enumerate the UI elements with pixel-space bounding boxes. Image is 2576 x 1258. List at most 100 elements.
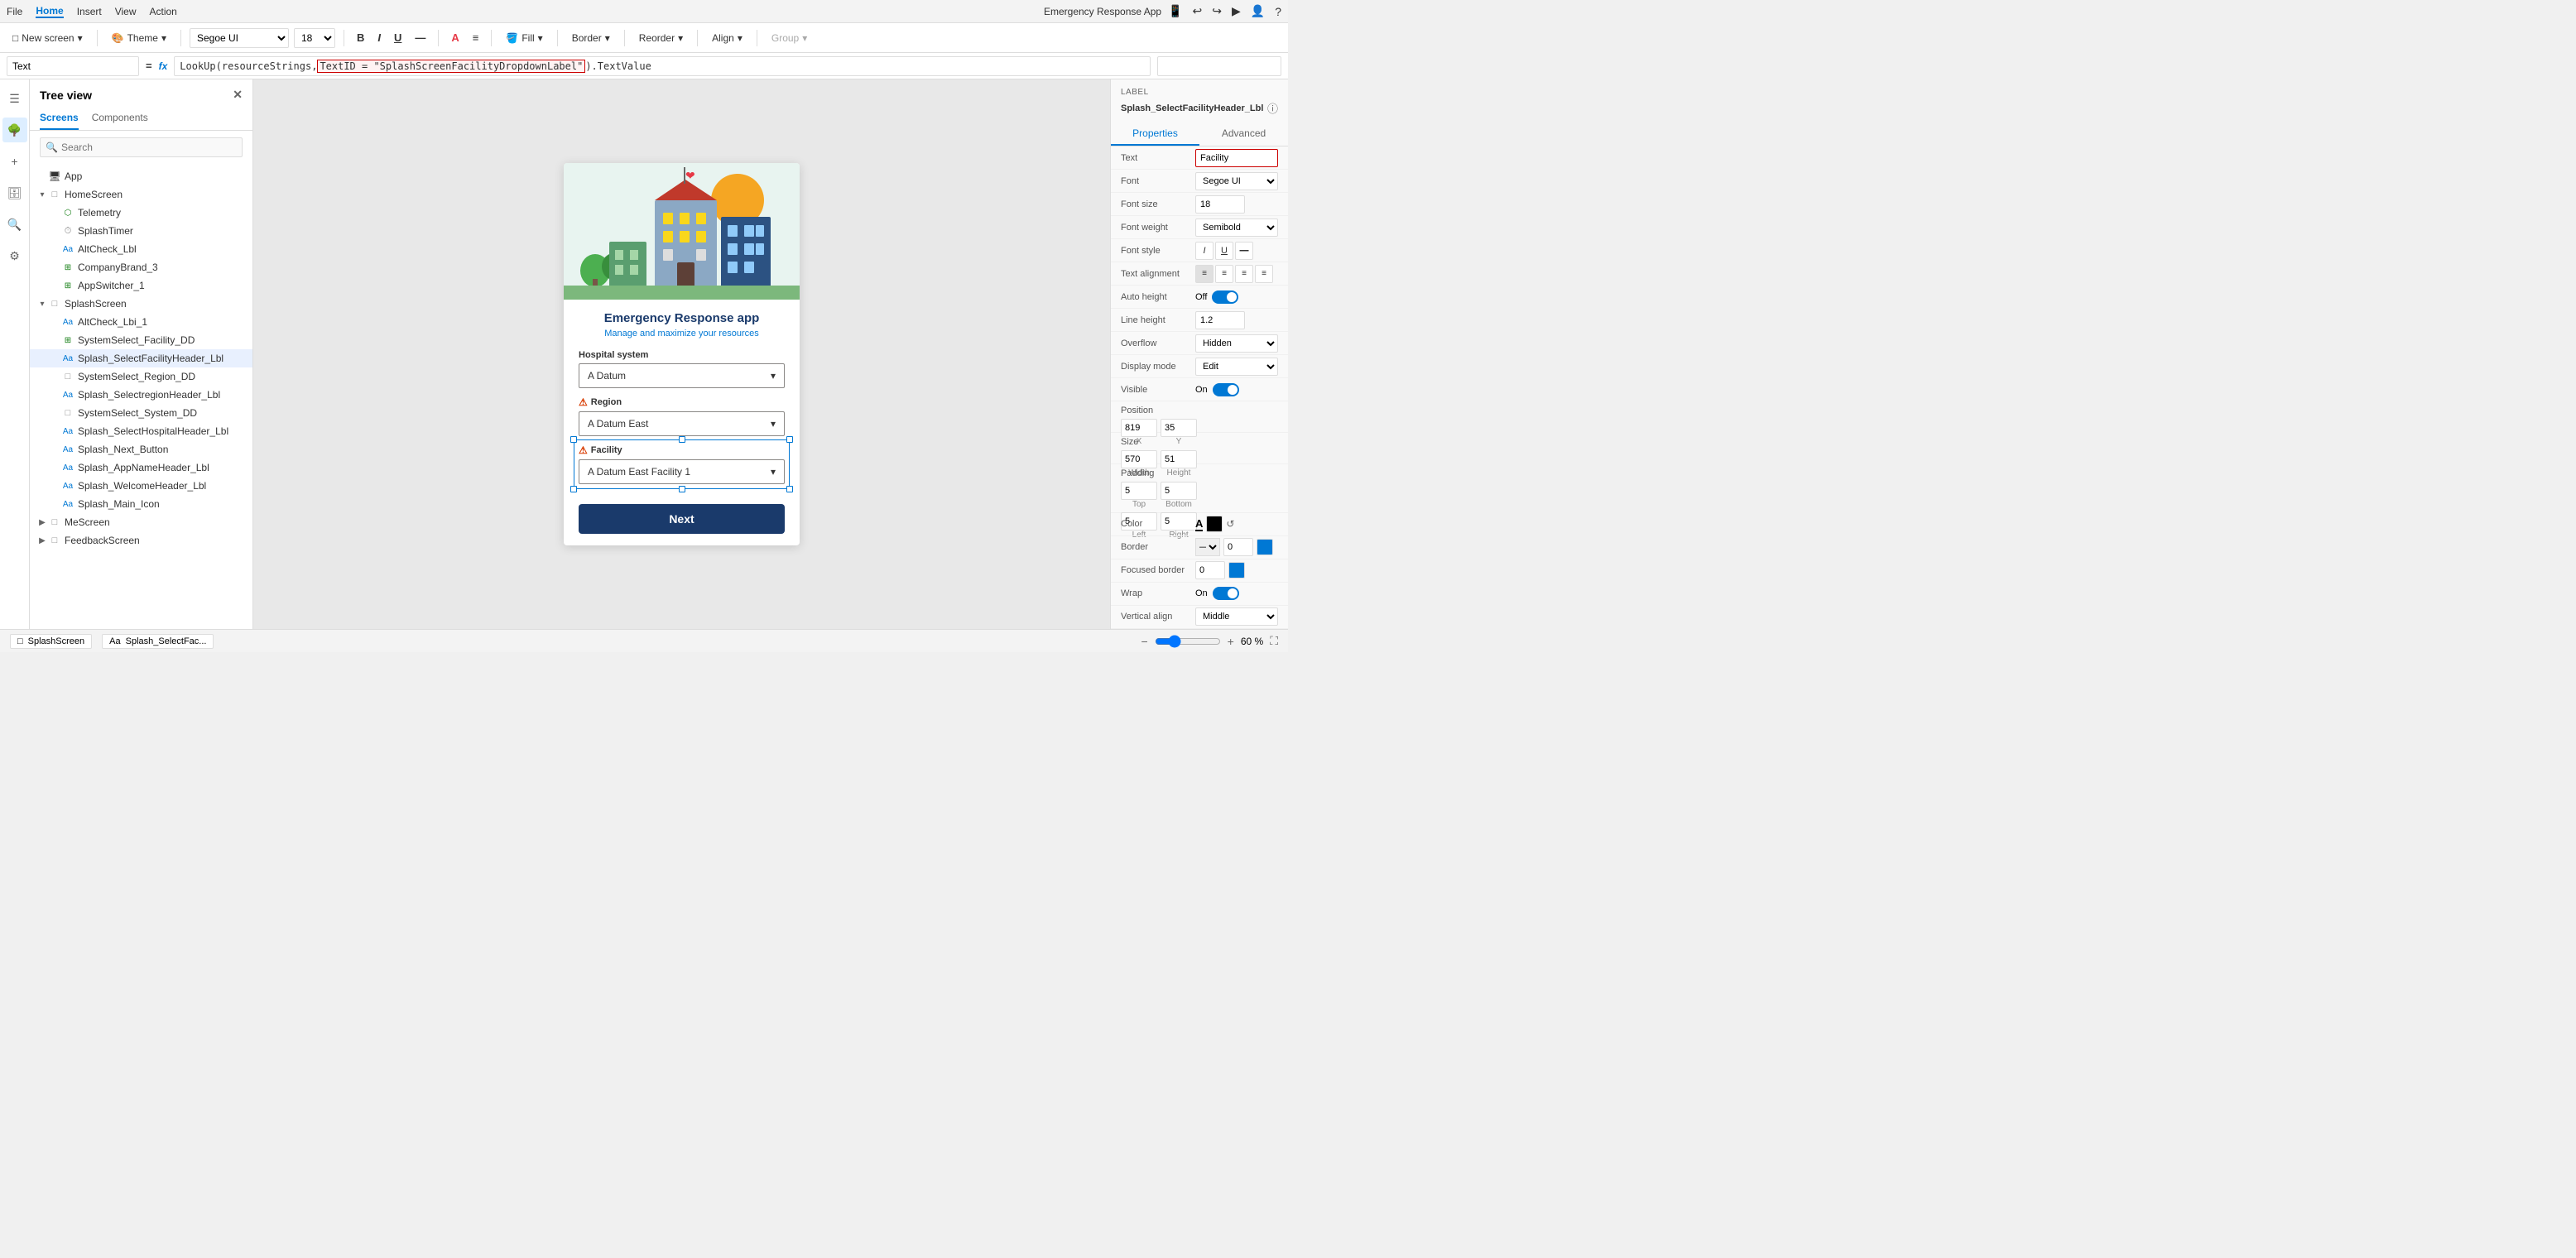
properties-tab[interactable]: Properties — [1111, 122, 1199, 146]
help-prop-icon[interactable]: ⓘ — [1267, 100, 1278, 116]
splashscreen-bottom-tab[interactable]: □ SplashScreen — [10, 634, 92, 649]
tree-item-companybrand[interactable]: ⊞ CompanyBrand_3 — [30, 258, 252, 276]
strikethrough-style-btn[interactable]: — — [1235, 242, 1253, 260]
displaymode-prop-select[interactable]: Edit — [1195, 358, 1278, 376]
property-selector[interactable] — [7, 56, 139, 76]
search-rail-icon[interactable]: 🔍 — [2, 212, 27, 237]
search-input[interactable] — [58, 138, 237, 156]
hospital-system-dropdown[interactable]: A Datum ▾ — [579, 363, 785, 388]
tab-screens[interactable]: Screens — [40, 107, 79, 130]
overflow-prop-select[interactable]: Hidden — [1195, 334, 1278, 353]
focused-border-input[interactable] — [1195, 561, 1225, 579]
handle-tm[interactable] — [679, 436, 685, 443]
menu-view[interactable]: View — [115, 6, 137, 17]
padding-bottom-input[interactable] — [1161, 482, 1197, 500]
focused-border-swatch[interactable] — [1228, 562, 1245, 579]
fx-button[interactable]: fx — [159, 60, 168, 72]
facility-dropdown[interactable]: A Datum East Facility 1 ▾ — [579, 459, 785, 484]
text-color-button[interactable]: A — [447, 30, 463, 46]
handle-tl[interactable] — [570, 436, 577, 443]
tree-item-appswitcher[interactable]: ⊞ AppSwitcher_1 — [30, 276, 252, 295]
tree-item-app[interactable]: 🖥 App — [30, 167, 252, 185]
color-swatch[interactable] — [1206, 516, 1223, 532]
font-size-select[interactable]: 18 — [294, 28, 335, 48]
tree-item-splashscreen[interactable]: ▾ □ SplashScreen — [30, 295, 252, 313]
formula-end-input[interactable] — [1157, 56, 1281, 76]
treeview-icon[interactable]: 🌳 — [2, 118, 27, 142]
color-reset-icon[interactable]: ↺ — [1226, 518, 1234, 530]
border-width-input[interactable] — [1223, 538, 1253, 556]
tree-item-region-lbl[interactable]: Aa Splash_SelectregionHeader_Lbl — [30, 386, 252, 404]
border-button[interactable]: Border ▾ — [566, 30, 616, 46]
strikethrough-button[interactable]: — — [411, 30, 430, 46]
close-sidebar-icon[interactable]: ✕ — [233, 88, 243, 102]
tree-item-feedbackscreen[interactable]: ▶ □ FeedbackScreen — [30, 531, 252, 550]
zoom-plus-icon[interactable]: + — [1228, 635, 1234, 648]
tree-item-system-dd[interactable]: □ SystemSelect_System_DD — [30, 404, 252, 422]
phone-icon[interactable]: 📱 — [1168, 4, 1182, 18]
tree-item-homescreen[interactable]: ▾ □ HomeScreen — [30, 185, 252, 204]
tree-item-main-icon[interactable]: Aa Splash_Main_Icon — [30, 495, 252, 513]
vertical-align-select[interactable]: Middle — [1195, 607, 1278, 626]
settings-icon[interactable]: ⚙ — [2, 243, 27, 268]
region-dropdown[interactable]: A Datum East ▾ — [579, 411, 785, 436]
border-color-swatch[interactable] — [1257, 539, 1273, 555]
font-prop-select[interactable]: Segoe UI — [1195, 172, 1278, 190]
padding-top-input[interactable] — [1121, 482, 1157, 500]
formula-input[interactable]: LookUp(resourceStrings, TextID = "Splash… — [174, 56, 1151, 76]
italic-button[interactable]: I — [373, 30, 385, 46]
bold-button[interactable]: B — [353, 30, 368, 46]
hamburger-icon[interactable]: ☰ — [2, 86, 27, 111]
add-icon[interactable]: + — [2, 149, 27, 174]
tree-item-splashtimer[interactable]: ⏱ SplashTimer — [30, 222, 252, 240]
redo-icon[interactable]: ↪ — [1212, 4, 1222, 18]
tree-item-telemetry[interactable]: ⬡ Telemetry — [30, 204, 252, 222]
align-objects-button[interactable]: Align ▾ — [706, 30, 748, 46]
fill-button[interactable]: 🪣 Fill ▾ — [500, 30, 548, 46]
fullscreen-icon[interactable]: ⛶ — [1270, 634, 1278, 648]
menu-insert[interactable]: Insert — [77, 6, 102, 17]
underline-style-btn[interactable]: U — [1215, 242, 1233, 260]
autoheight-toggle-switch[interactable] — [1212, 290, 1238, 304]
tab-components[interactable]: Components — [92, 107, 148, 130]
fontsize-prop-input[interactable] — [1195, 195, 1245, 214]
align-button[interactable]: ≡ — [469, 30, 483, 46]
undo-icon[interactable]: ↩ — [1193, 4, 1203, 18]
selected-item-bottom-tab[interactable]: Aa Splash_SelectFac... — [102, 634, 214, 649]
font-select[interactable]: Segoe UI — [190, 28, 289, 48]
reorder-button[interactable]: Reorder ▾ — [633, 30, 689, 46]
align-center-btn[interactable]: ≡ — [1215, 265, 1233, 283]
tree-item-next-btn[interactable]: Aa Splash_Next_Button — [30, 440, 252, 459]
theme-button[interactable]: 🎨 Theme ▾ — [106, 30, 172, 46]
menu-home[interactable]: Home — [36, 5, 63, 18]
group-button[interactable]: Group ▾ — [766, 30, 813, 46]
data-icon[interactable]: 🗄 — [2, 180, 27, 205]
user-icon[interactable]: 👤 — [1251, 4, 1265, 18]
handle-br[interactable] — [786, 486, 793, 492]
align-right-btn[interactable]: ≡ — [1235, 265, 1253, 283]
new-screen-button[interactable]: □ New screen ▾ — [7, 30, 89, 46]
border-style-select[interactable]: — — [1195, 538, 1220, 556]
align-left-btn[interactable]: ≡ — [1195, 265, 1214, 283]
tree-item-facility-dd[interactable]: ⊞ SystemSelect_Facility_DD — [30, 331, 252, 349]
help-icon[interactable]: ? — [1275, 5, 1281, 18]
text-prop-input[interactable] — [1195, 149, 1278, 167]
zoom-slider[interactable] — [1155, 635, 1221, 648]
next-button[interactable]: Next — [579, 504, 785, 534]
italic-style-btn[interactable]: I — [1195, 242, 1214, 260]
align-justify-btn[interactable]: ≡ — [1255, 265, 1273, 283]
menu-file[interactable]: File — [7, 6, 22, 17]
tree-item-region-dd[interactable]: □ SystemSelect_Region_DD — [30, 367, 252, 386]
zoom-minus-icon[interactable]: − — [1141, 635, 1147, 648]
tree-item-altcheck1[interactable]: Aa AltCheck_Lbi_1 — [30, 313, 252, 331]
handle-bm[interactable] — [679, 486, 685, 492]
tree-item-hospital-lbl[interactable]: Aa Splash_SelectHospitalHeader_Lbl — [30, 422, 252, 440]
underline-button[interactable]: U — [390, 30, 406, 46]
tree-item-appname-lbl[interactable]: Aa Splash_AppNameHeader_Lbl — [30, 459, 252, 477]
handle-bl[interactable] — [570, 486, 577, 492]
tree-item-altcheck[interactable]: Aa AltCheck_Lbl — [30, 240, 252, 258]
tree-item-mescreen[interactable]: ▶ □ MeScreen — [30, 513, 252, 531]
tree-item-welcome-lbl[interactable]: Aa Splash_WelcomeHeader_Lbl — [30, 477, 252, 495]
lineheight-prop-input[interactable] — [1195, 311, 1245, 329]
handle-tr[interactable] — [786, 436, 793, 443]
